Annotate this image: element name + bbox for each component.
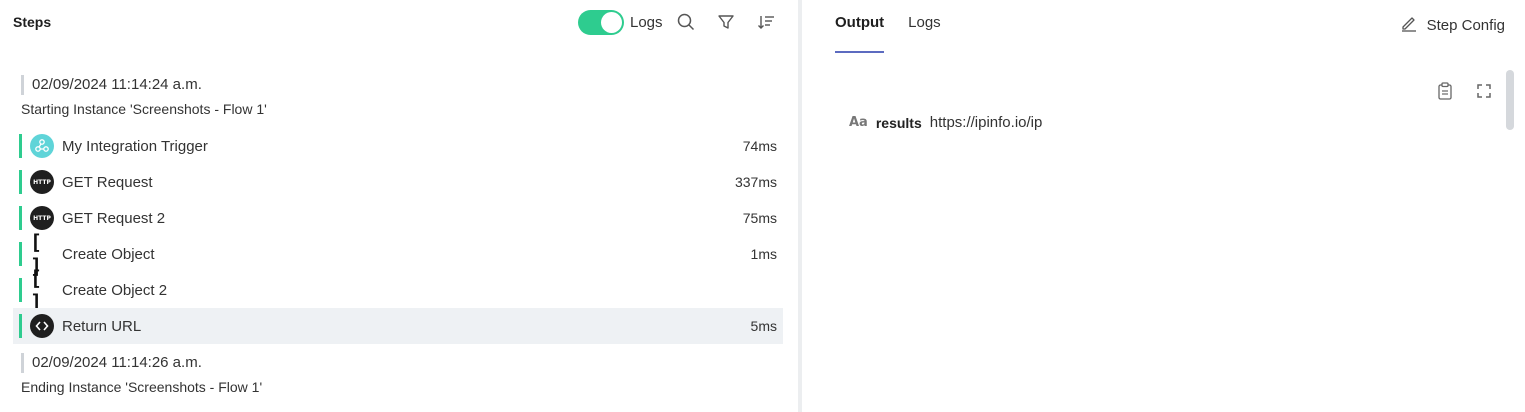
step-row-selected[interactable]: Return URL 5ms [13, 308, 783, 344]
clipboard-icon[interactable] [1434, 80, 1456, 102]
step-name: Create Object [62, 245, 155, 263]
step-duration: 75ms [742, 210, 777, 226]
output-tabs: Output Logs [835, 0, 965, 53]
step-name: GET Request 2 [62, 209, 166, 227]
toggle-knob [601, 11, 622, 33]
step-name: Return URL [62, 317, 142, 335]
instance-start-time: 02/09/2024 11:14:24 a.m. [21, 75, 267, 95]
instance-end: 02/09/2024 11:14:26 a.m. Ending Instance… [21, 353, 262, 395]
step-row[interactable]: [ ] Create Object 2 [13, 266, 783, 314]
step-list: My Integration Trigger 74ms HTTP GET Req… [13, 128, 783, 344]
output-actions [1434, 80, 1512, 102]
instance-end-time: 02/09/2024 11:14:26 a.m. [21, 353, 262, 373]
steps-pane: Steps Logs 02/09/2024 11:14:24 a.m. Star… [0, 0, 797, 412]
result-row: Aa results https://ipinfo.io/ip [849, 114, 1042, 131]
output-scrollbar[interactable] [1506, 70, 1514, 130]
steps-title: Steps [13, 14, 52, 30]
instance-end-message: Ending Instance 'Screenshots - Flow 1' [21, 379, 263, 395]
tab-output[interactable]: Output [835, 0, 885, 53]
step-row[interactable]: HTTP GET Request 2 75ms [13, 200, 783, 236]
result-key: results [875, 114, 922, 131]
http-icon: HTTP [30, 206, 54, 230]
step-name: My Integration Trigger [62, 137, 208, 155]
logs-toggle[interactable] [578, 9, 624, 35]
brackets-icon: [ ] [30, 230, 46, 278]
expand-icon[interactable] [1473, 80, 1495, 102]
instance-start: 02/09/2024 11:14:24 a.m. Starting Instan… [21, 75, 267, 117]
step-duration: 1ms [750, 246, 777, 262]
step-config-button[interactable]: Step Config [1400, 14, 1505, 36]
steps-toolbar: Logs [578, 9, 777, 35]
step-row[interactable]: [ ] Create Object 1ms [13, 230, 783, 278]
sort-icon[interactable] [755, 11, 777, 33]
output-pane: Output Logs Step Config Aa results https… [802, 0, 1525, 412]
step-duration: 337ms [734, 174, 777, 190]
step-status-bar [19, 242, 22, 266]
step-row[interactable]: HTTP GET Request 337ms [13, 164, 783, 200]
step-duration: 74ms [742, 138, 777, 154]
brackets-icon: [ ] [30, 266, 46, 314]
filter-icon[interactable] [715, 11, 737, 33]
instance-start-message: Starting Instance 'Screenshots - Flow 1' [21, 101, 267, 117]
result-value: https://ipinfo.io/ip [929, 114, 1043, 131]
code-icon [30, 314, 54, 338]
tab-logs[interactable]: Logs [908, 0, 941, 53]
search-icon[interactable] [675, 11, 697, 33]
pencil-icon [1400, 14, 1418, 36]
logs-toggle-label: Logs [630, 13, 663, 31]
step-status-bar [19, 206, 22, 230]
step-name: Create Object 2 [62, 281, 168, 299]
step-row[interactable]: My Integration Trigger 74ms [13, 128, 783, 164]
step-status-bar [19, 134, 22, 158]
string-type-icon: Aa [849, 115, 868, 130]
step-duration: 5ms [750, 318, 777, 334]
step-status-bar [19, 170, 22, 194]
step-config-label: Step Config [1426, 16, 1505, 34]
http-icon: HTTP [30, 170, 54, 194]
step-status-bar [19, 278, 22, 302]
step-status-bar [19, 314, 22, 338]
trigger-icon [30, 134, 54, 158]
step-name: GET Request [62, 173, 153, 191]
